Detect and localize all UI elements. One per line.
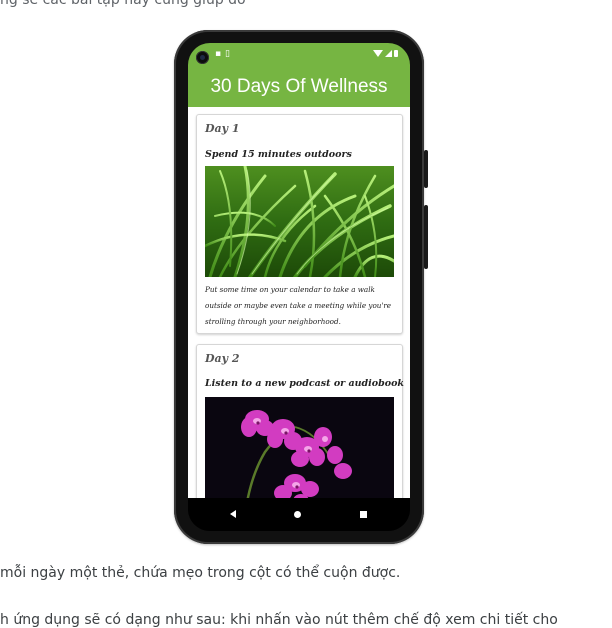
phone-screen: ▪ ▯ 30 Days Of Wellness Day 1 Spend 15 m… [188, 43, 410, 531]
signal-icon [385, 50, 392, 57]
card-day: Day 2 [205, 352, 240, 365]
recents-icon[interactable] [360, 511, 367, 518]
camera-cutout [196, 51, 209, 64]
power-button [424, 150, 428, 188]
home-icon[interactable] [294, 511, 301, 518]
top-caption: ng sẽ các bài tập này cũng giúp đỡ [0, 0, 246, 8]
grass-image [205, 166, 394, 277]
wellness-card[interactable]: Day 1 Spend 15 minutes outdoors Put some… [196, 114, 403, 334]
orchid-image [205, 397, 394, 498]
volume-button [424, 205, 428, 269]
bottom-caption-2: h ứng dụng sẽ có dạng như sau: khi nhấn … [0, 612, 558, 628]
lock-icon: ▪ [215, 49, 222, 59]
app-bar: ▪ ▯ 30 Days Of Wellness [188, 43, 410, 107]
status-right [373, 50, 398, 57]
wifi-icon [373, 50, 383, 57]
card-list[interactable]: Day 1 Spend 15 minutes outdoors Put some… [188, 107, 410, 498]
card-description: Put some time on your calendar to take a… [205, 285, 392, 326]
wellness-card[interactable]: Day 2 Listen to a new podcast or audiobo… [196, 344, 405, 498]
back-icon[interactable] [230, 510, 236, 518]
nav-bar [188, 498, 410, 531]
card-title: Spend 15 minutes outdoors [205, 149, 352, 160]
card-title: Listen to a new podcast or audiobook [205, 378, 405, 389]
status-bar: ▪ ▯ [188, 43, 410, 67]
battery-icon [394, 50, 398, 57]
card-day: Day 1 [205, 122, 240, 135]
sim-icon: ▯ [225, 49, 230, 59]
bottom-caption: mỗi ngày một thẻ, chứa mẹo trong cột có … [0, 565, 401, 581]
app-title: 30 Days Of Wellness [210, 76, 388, 97]
